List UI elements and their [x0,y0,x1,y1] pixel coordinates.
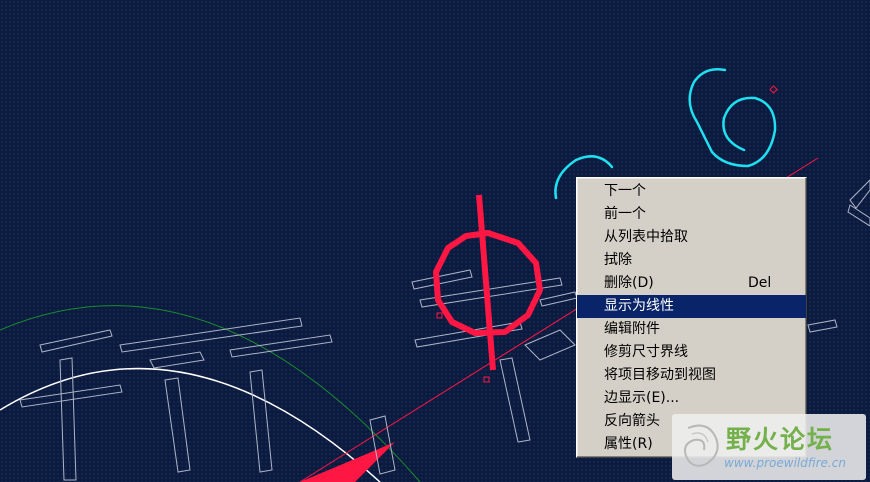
menu-item-label: 显示为线性 [604,298,674,314]
menu-item-trim-witness-lines[interactable]: 修剪尺寸界线 [577,341,806,364]
dimension-arrow [300,442,395,482]
menu-item-label: 将项目移动到视图 [604,367,716,383]
watermark-logo-icon [684,424,719,467]
menu-item-erase[interactable]: 拭除 [577,249,806,272]
white-arc [0,367,381,482]
menu-item-label: 修剪尺寸界线 [604,344,688,360]
menu-item-move-item-to-view[interactable]: 将项目移动到视图 [577,364,806,387]
menu-item-shortcut: Del [748,275,772,291]
watermark: 野火论坛 www.proewildfire.cn [672,414,866,480]
menu-item-label: 删除(D) [604,275,654,291]
menu-item-delete[interactable]: 删除(D) Del [577,272,806,295]
menu-item-label: 从列表中拾取 [604,229,688,245]
menu-item-pick-from-list[interactable]: 从列表中拾取 [577,226,806,249]
menu-item-label: 前一个 [604,206,646,222]
grip-point [483,376,490,383]
red-datum-symbol [433,194,543,371]
watermark-url: www.proewildfire.cn [724,456,846,470]
menu-item-label: 边显示(E)... [604,390,680,406]
menu-item-edit-attachment[interactable]: 编辑附件 [577,318,806,341]
grip-point [436,312,443,319]
menu-item-show-as-linear[interactable]: 显示为线性 [577,295,806,318]
grip-point [769,85,778,94]
menu-item-previous[interactable]: 前一个 [577,203,806,226]
menu-item-label: 编辑附件 [604,321,660,337]
menu-item-label: 下一个 [604,183,646,199]
menu-item-edge-display[interactable]: 边显示(E)... [577,387,806,410]
watermark-title: 野火论坛 [726,425,835,454]
menu-item-label: 拭除 [604,252,632,268]
menu-item-label: 属性(R) [604,436,653,452]
menu-item-next[interactable]: 下一个 [577,180,806,203]
menu-item-label: 反向箭头 [604,413,660,429]
